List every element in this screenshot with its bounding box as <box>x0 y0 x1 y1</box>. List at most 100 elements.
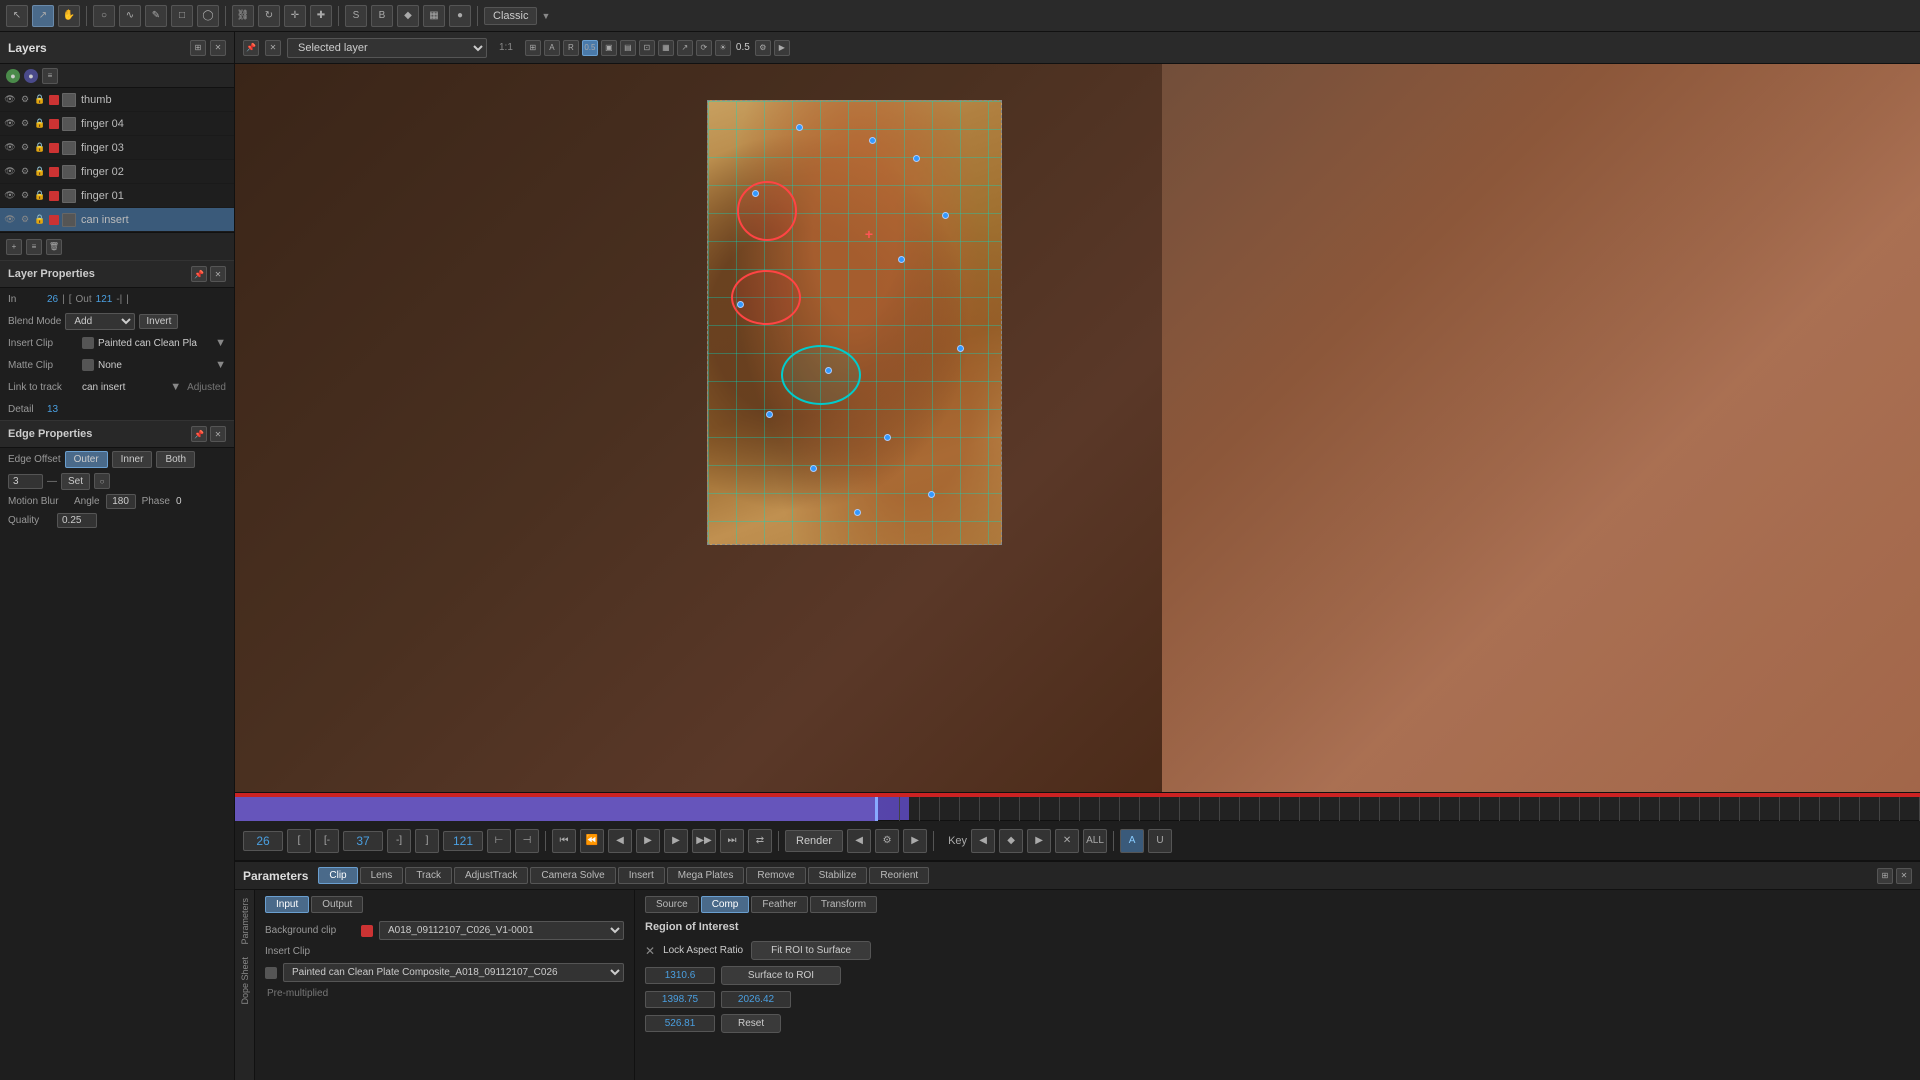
viewer-icon-6[interactable]: ▤ <box>620 40 636 56</box>
tab-track[interactable]: Track <box>405 867 452 884</box>
prev-frame-btn[interactable]: ⏪ <box>580 829 604 853</box>
key-delete-btn[interactable]: ✕ <box>1055 829 1079 853</box>
vtab-params[interactable]: Parameters <box>238 894 252 949</box>
b-icon[interactable]: B <box>371 5 393 27</box>
rect-tool[interactable]: □ <box>171 5 193 27</box>
roi-h-input[interactable] <box>721 991 791 1008</box>
timeline-area[interactable] <box>235 792 1920 820</box>
subtab-input[interactable]: Input <box>265 896 309 913</box>
viewer-icon-13[interactable]: ▶ <box>774 40 790 56</box>
s-icon[interactable]: S <box>345 5 367 27</box>
lasso-tool[interactable]: ∿ <box>119 5 141 27</box>
insert-clip-arrow[interactable]: ▼ <box>215 337 226 349</box>
viewer-icon-2[interactable]: A <box>544 40 560 56</box>
render-fwd-btn[interactable]: ▶ <box>903 829 927 853</box>
outer-button[interactable]: Outer <box>65 451 108 468</box>
bg-clip-select[interactable]: A018_09112107_C026_V1-0001 <box>379 921 624 940</box>
clip-in-btn[interactable]: ⊢ <box>487 829 511 853</box>
roi-subtab-comp[interactable]: Comp <box>701 896 750 913</box>
quality-input[interactable] <box>57 513 97 528</box>
fit-roi-button[interactable]: Fit ROI to Surface <box>751 941 871 960</box>
delete-layer-icon[interactable]: 🗑 <box>46 239 62 255</box>
timecode-current[interactable]: 37 <box>343 831 383 851</box>
plus-bracket-btn[interactable]: -] <box>387 829 411 853</box>
layer-check-thumb[interactable] <box>62 93 76 107</box>
tab-adjust-track[interactable]: AdjustTrack <box>454 867 528 884</box>
clip-out-btn[interactable]: ⊣ <box>515 829 539 853</box>
viewer-icon-10[interactable]: ⟳ <box>696 40 712 56</box>
angle-input[interactable] <box>106 494 136 509</box>
viewer-icon-8[interactable]: ▦ <box>658 40 674 56</box>
layer-check-finger04[interactable] <box>62 117 76 131</box>
render-button[interactable]: Render <box>785 830 843 852</box>
timecode-out[interactable]: 121 <box>443 831 483 851</box>
arrow2-tool[interactable]: ↗ <box>32 5 54 27</box>
roi-reset-button[interactable]: Reset <box>721 1014 781 1033</box>
tab-insert[interactable]: Insert <box>618 867 665 884</box>
add-layer-icon[interactable]: + <box>6 239 22 255</box>
step-fwd-btn[interactable]: ▶ <box>636 829 660 853</box>
timecode-in[interactable]: 26 <box>243 831 283 851</box>
params-close-icon[interactable]: ✕ <box>1896 868 1912 884</box>
edge-offset-input[interactable] <box>8 474 43 489</box>
key-all-btn[interactable]: ALL <box>1083 829 1107 853</box>
layers-menu-icon[interactable]: ≡ <box>42 68 58 84</box>
viewer-icon-11[interactable]: ☀ <box>715 40 731 56</box>
roi-subtab-transform[interactable]: Transform <box>810 896 877 913</box>
arrow-tool[interactable]: ↖ <box>6 5 28 27</box>
play-btn[interactable]: ▶ <box>664 829 688 853</box>
rotate-tool[interactable]: ↻ <box>258 5 280 27</box>
key-prev-btn[interactable]: ◀ <box>971 829 995 853</box>
minus-bracket-btn[interactable]: [- <box>315 829 339 853</box>
layer-row-thumb[interactable]: 👁 ⚙ 🔒 thumb <box>0 88 234 112</box>
both-button[interactable]: Both <box>156 451 195 468</box>
roi-subtab-feather[interactable]: Feather <box>751 896 807 913</box>
viewer-pin[interactable]: 📌 <box>243 40 259 56</box>
edge-props-close[interactable]: ✕ <box>210 426 226 442</box>
in-value[interactable]: 26 <box>47 294 58 305</box>
out-value[interactable]: 121 <box>96 294 113 305</box>
link-track-arrow[interactable]: ▼ <box>170 381 181 393</box>
tab-lens[interactable]: Lens <box>360 867 404 884</box>
pen-tool[interactable]: ✎ <box>145 5 167 27</box>
viewer-icon-1[interactable]: ⊞ <box>525 40 541 56</box>
next-frame-btn[interactable]: ▶▶ <box>692 829 716 853</box>
viewer-icon-7[interactable]: ⊡ <box>639 40 655 56</box>
roi-w-input[interactable] <box>645 991 715 1008</box>
blend-mode-select[interactable]: Add Normal Multiply <box>65 313 135 330</box>
layer-props-pin[interactable]: 📌 <box>191 266 207 282</box>
set-button[interactable]: Set <box>61 473 90 490</box>
grid-icon[interactable]: ▦ <box>423 5 445 27</box>
tab-mega-plates[interactable]: Mega Plates <box>667 867 745 884</box>
loop-btn[interactable]: ⇄ <box>748 829 772 853</box>
layer-row-finger03[interactable]: 👁 ⚙ 🔒 finger 03 <box>0 136 234 160</box>
bracket-out-btn[interactable]: ] <box>415 829 439 853</box>
viewer-icon-12[interactable]: ⚙ <box>755 40 771 56</box>
classic-button[interactable]: Classic <box>484 7 537 25</box>
diamond-icon[interactable]: ◆ <box>397 5 419 27</box>
matte-clip-arrow[interactable]: ▼ <box>215 359 226 371</box>
transport-a-btn[interactable]: A <box>1120 829 1144 853</box>
layer-check-finger01[interactable] <box>62 189 76 203</box>
viewer-icon-5[interactable]: ▣ <box>601 40 617 56</box>
layer-check-finger03[interactable] <box>62 141 76 155</box>
roi-x-input[interactable] <box>645 967 715 984</box>
layer-row-finger01[interactable]: 👁 ⚙ 🔒 finger 01 <box>0 184 234 208</box>
layers-icon-1[interactable]: ⊞ <box>190 40 206 56</box>
playhead[interactable] <box>875 797 878 821</box>
render-settings-btn[interactable]: ⚙ <box>875 829 899 853</box>
step-back-btn[interactable]: ◀ <box>608 829 632 853</box>
layer-row-can-insert[interactable]: 👁 ⚙ 🔒 can insert <box>0 208 234 232</box>
roi-subtab-source[interactable]: Source <box>645 896 699 913</box>
cross-tool[interactable]: ✚ <box>310 5 332 27</box>
params-expand-icon[interactable]: ⊞ <box>1877 868 1893 884</box>
layer-check-can-insert[interactable] <box>62 213 76 227</box>
edge-set-icon[interactable]: ○ <box>94 473 110 489</box>
circle-tool[interactable]: ○ <box>93 5 115 27</box>
layer-option-icon[interactable]: ≡ <box>26 239 42 255</box>
insert-clip-select[interactable]: Painted can Clean Plate Composite_A018_0… <box>283 963 624 982</box>
go-end-btn[interactable]: ⏭ <box>720 829 744 853</box>
layers-icon-2[interactable]: ✕ <box>210 40 226 56</box>
fit-surface-button[interactable]: Surface to ROI <box>721 966 841 985</box>
inserted-image[interactable]: + <box>707 100 1002 545</box>
